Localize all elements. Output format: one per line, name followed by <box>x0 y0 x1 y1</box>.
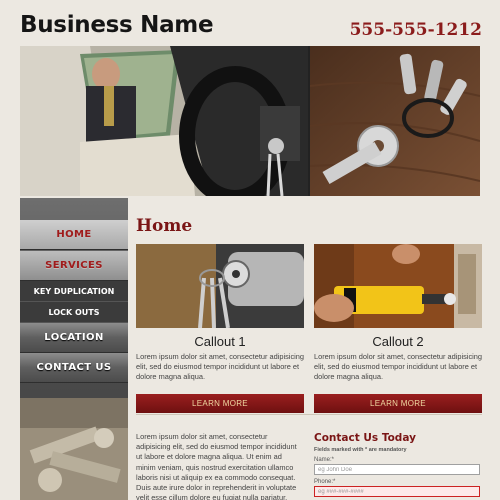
contact-form-note: Fields marked with * are mandatory <box>314 447 407 453</box>
nav-item-location[interactable]: LOCATION <box>20 323 128 353</box>
page-title: Home <box>136 216 193 236</box>
nav-item-services[interactable]: SERVICES <box>20 251 128 281</box>
callout-2-learn-more-button[interactable]: LEARN MORE <box>314 394 482 413</box>
contact-form-title: Contact Us Today <box>314 432 416 444</box>
hero-lockout-photo <box>20 46 308 196</box>
phone-number[interactable]: 555-555-1212 <box>350 20 482 40</box>
sidebar-keys-photo <box>20 398 128 500</box>
intro-paragraph: Lorem ipsum dolor sit amet, consectetur … <box>136 432 297 500</box>
callout-1-learn-more-button[interactable]: LEARN MORE <box>136 394 304 413</box>
contact-form: Contact Us Today Fields marked with * ar… <box>314 432 482 497</box>
brand-name[interactable]: Business Name <box>20 12 214 38</box>
hero-banner <box>20 46 480 196</box>
nav-item-key-duplication[interactable]: KEY DUPLICATION <box>20 281 128 302</box>
phone-label: Phone:* <box>314 479 336 485</box>
nav-item-home[interactable]: HOME <box>20 220 128 250</box>
callout-1: Callout 1 Lorem ipsum dolor sit amet, co… <box>136 244 304 413</box>
section-divider <box>136 414 482 415</box>
callout-2-text: Lorem ipsum dolor sit amet, consectetur … <box>314 352 483 381</box>
callout-1-text: Lorem ipsum dolor sit amet, consectetur … <box>136 352 305 381</box>
callout-2-photo <box>314 244 482 328</box>
sidebar-nav: HOME SERVICES KEY DUPLICATION LOCK OUTS … <box>20 198 128 500</box>
name-field[interactable] <box>314 464 480 475</box>
nav-item-contact-us[interactable]: CONTACT US <box>20 353 128 383</box>
callout-1-photo <box>136 244 304 328</box>
callout-2: Callout 2 Lorem ipsum dolor sit amet, co… <box>314 244 482 413</box>
callout-2-title: Callout 2 <box>372 334 424 349</box>
page: Business Name 555-555-1212 HOME SERVICES… <box>0 0 500 500</box>
nav-item-lock-outs[interactable]: LOCK OUTS <box>20 302 128 323</box>
name-label: Name:* <box>314 457 335 463</box>
phone-field[interactable] <box>314 486 480 497</box>
callout-1-title: Callout 1 <box>194 334 246 349</box>
main-content: Home Callout 1 Lorem ipsum dolor sit ame… <box>136 210 482 500</box>
header: Business Name 555-555-1212 <box>20 8 482 46</box>
hero-keys-photo <box>310 46 480 196</box>
